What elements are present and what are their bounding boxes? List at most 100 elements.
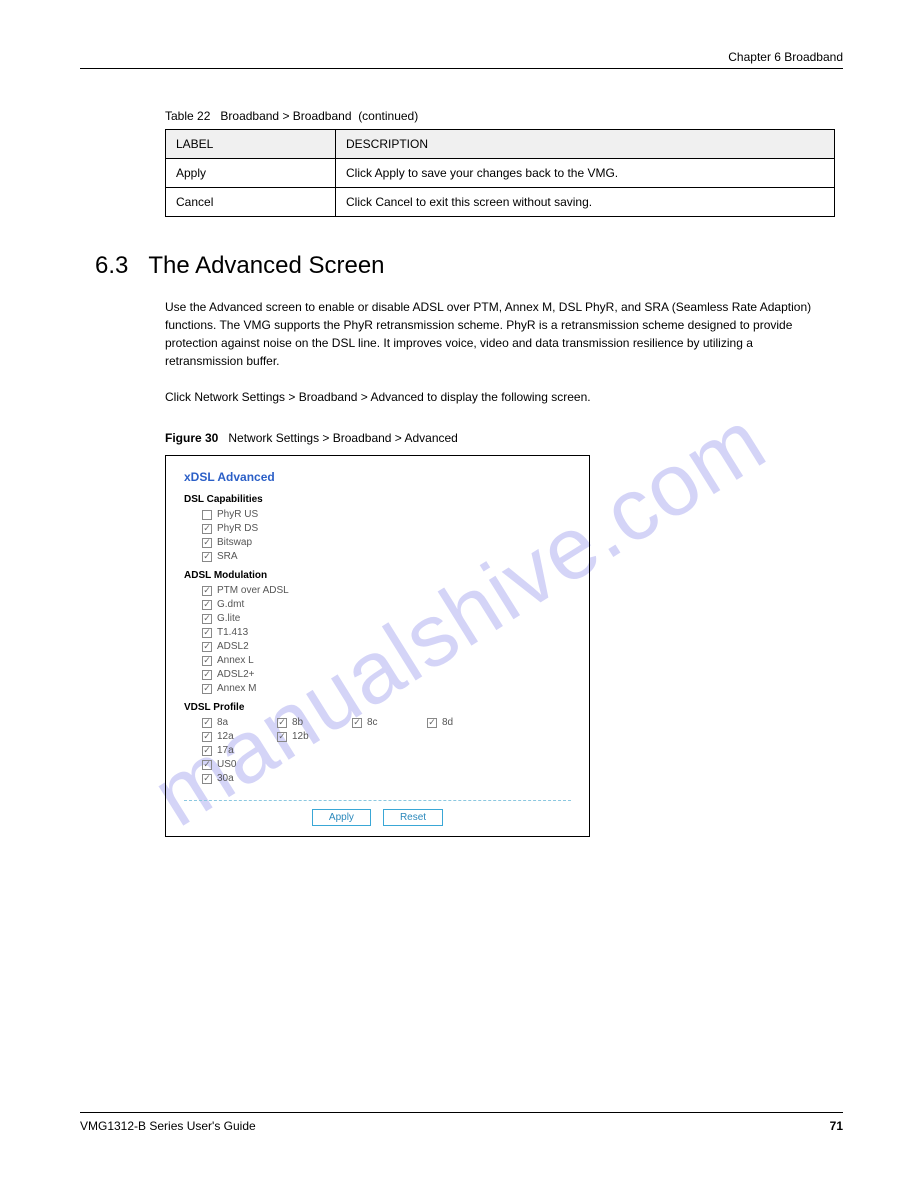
checkbox-icon [352, 718, 362, 728]
checkbox-label: SRA [217, 551, 238, 562]
checkbox-icon [202, 774, 212, 784]
checkbox-label: PTM over ADSL [217, 585, 289, 596]
checkbox-icon [202, 524, 212, 534]
chapter-label: Chapter 6 Broadband [728, 50, 843, 64]
checkbox-label: G.lite [217, 613, 240, 624]
table-row: Cancel Click Cancel to exit this screen … [166, 188, 835, 217]
checkbox-icon [202, 510, 212, 520]
nav-path: Click Network Settings > Broadband > Adv… [165, 390, 424, 404]
footer-rule [80, 1112, 843, 1113]
checkbox-12a[interactable]: 12a [202, 731, 277, 742]
checkbox-30a[interactable]: 30a [202, 773, 277, 784]
section-heading: 6.3 The Advanced Screen [95, 252, 843, 280]
checkbox-label: G.dmt [217, 599, 244, 610]
checkbox-icon [277, 718, 287, 728]
checkbox-label: Annex M [217, 683, 256, 694]
body-paragraph-2: Click Network Settings > Broadband > Adv… [165, 388, 825, 406]
body-paragraph-1: Use the Advanced screen to enable or dis… [165, 298, 825, 370]
checkbox-icon [202, 628, 212, 638]
th-label: LABEL [166, 130, 336, 159]
checkbox-icon [202, 538, 212, 548]
checkbox-adsl2[interactable]: ADSL2 [202, 641, 571, 652]
table-header-row: LABEL DESCRIPTION [166, 130, 835, 159]
continued-label: (continued) [358, 109, 418, 123]
checkbox-8a[interactable]: 8a [202, 717, 277, 728]
apply-button[interactable]: Apply [312, 809, 371, 826]
checkbox-label: Bitswap [217, 537, 252, 548]
checkbox-label: PhyR US [217, 509, 258, 520]
checkbox-phyr-ds[interactable]: PhyR DS [202, 523, 571, 534]
checkbox-icon [202, 718, 212, 728]
checkbox-phyr-us[interactable]: PhyR US [202, 509, 571, 520]
checkbox-us0[interactable]: US0 [202, 759, 277, 770]
dsl-capabilities-heading: DSL Capabilities [184, 494, 571, 505]
checkbox-icon [202, 670, 212, 680]
checkbox-icon [202, 614, 212, 624]
table-row: Apply Click Apply to save your changes b… [166, 159, 835, 188]
checkbox-icon [202, 586, 212, 596]
checkbox-label: PhyR DS [217, 523, 258, 534]
label-description-table: LABEL DESCRIPTION Apply Click Apply to s… [165, 129, 835, 217]
checkbox-t1413[interactable]: T1.413 [202, 627, 571, 638]
section-title: The Advanced Screen [148, 252, 384, 279]
table-caption: Table 22 Broadband > Broadband (continue… [165, 109, 843, 123]
checkbox-icon [202, 684, 212, 694]
checkbox-label: ADSL2 [217, 641, 249, 652]
checkbox-icon [202, 746, 212, 756]
checkbox-label: ADSL2+ [217, 669, 255, 680]
checkbox-icon [202, 552, 212, 562]
panel-title: xDSL Advanced [184, 470, 571, 484]
checkbox-sra[interactable]: SRA [202, 551, 571, 562]
cell-desc: Click Cancel to exit this screen without… [336, 188, 835, 217]
checkbox-8d[interactable]: 8d [427, 717, 502, 728]
checkbox-8b[interactable]: 8b [277, 717, 352, 728]
reset-button[interactable]: Reset [383, 809, 443, 826]
checkbox-label: 30a [217, 773, 234, 784]
page-footer: VMG1312-B Series User's Guide 71 [80, 1112, 843, 1133]
checkbox-icon [202, 642, 212, 652]
cell-desc: Click Apply to save your changes back to… [336, 159, 835, 188]
checkbox-bitswap[interactable]: Bitswap [202, 537, 571, 548]
checkbox-label: 12a [217, 731, 234, 742]
checkbox-annex-m[interactable]: Annex M [202, 683, 571, 694]
checkbox-label: US0 [217, 759, 236, 770]
figure-text: Network Settings > Broadband > Advanced [228, 431, 457, 445]
checkbox-label: 17a [217, 745, 234, 756]
checkbox-17a[interactable]: 17a [202, 745, 277, 756]
checkbox-label: 8b [292, 717, 303, 728]
checkbox-icon [427, 718, 437, 728]
checkbox-icon [202, 600, 212, 610]
checkbox-adsl2-plus[interactable]: ADSL2+ [202, 669, 571, 680]
figure-label: Figure 30 [165, 431, 218, 445]
cell-label: Cancel [166, 188, 336, 217]
vdsl-profile-heading: VDSL Profile [184, 702, 571, 713]
adsl-modulation-heading: ADSL Modulation [184, 570, 571, 581]
footer-page-number: 71 [830, 1119, 843, 1133]
th-description: DESCRIPTION [336, 130, 835, 159]
table-caption-text: Broadband > Broadband [220, 109, 351, 123]
checkbox-label: 12b [292, 731, 309, 742]
table-label: Table 22 [165, 109, 210, 123]
checkbox-8c[interactable]: 8c [352, 717, 427, 728]
xdsl-advanced-panel: xDSL Advanced DSL Capabilities PhyR US P… [165, 455, 590, 837]
checkbox-label: Annex L [217, 655, 254, 666]
checkbox-12b[interactable]: 12b [277, 731, 352, 742]
vdsl-profile-grid: 8a 8b 8c 8d 12a 12b 17a US0 30a [202, 717, 571, 784]
checkbox-icon [202, 732, 212, 742]
checkbox-gdmt[interactable]: G.dmt [202, 599, 571, 610]
checkbox-label: T1.413 [217, 627, 248, 638]
checkbox-glite[interactable]: G.lite [202, 613, 571, 624]
checkbox-icon [277, 732, 287, 742]
cell-label: Apply [166, 159, 336, 188]
checkbox-icon [202, 760, 212, 770]
checkbox-icon [202, 656, 212, 666]
checkbox-label: 8c [367, 717, 378, 728]
checkbox-label: 8d [442, 717, 453, 728]
checkbox-annex-l[interactable]: Annex L [202, 655, 571, 666]
checkbox-label: 8a [217, 717, 228, 728]
figure-caption: Figure 30 Network Settings > Broadband >… [165, 431, 843, 445]
panel-button-row: Apply Reset [184, 801, 571, 836]
checkbox-ptm-over-adsl[interactable]: PTM over ADSL [202, 585, 571, 596]
nav-rest: to display the following screen. [424, 390, 591, 404]
section-number: 6.3 [95, 252, 128, 279]
